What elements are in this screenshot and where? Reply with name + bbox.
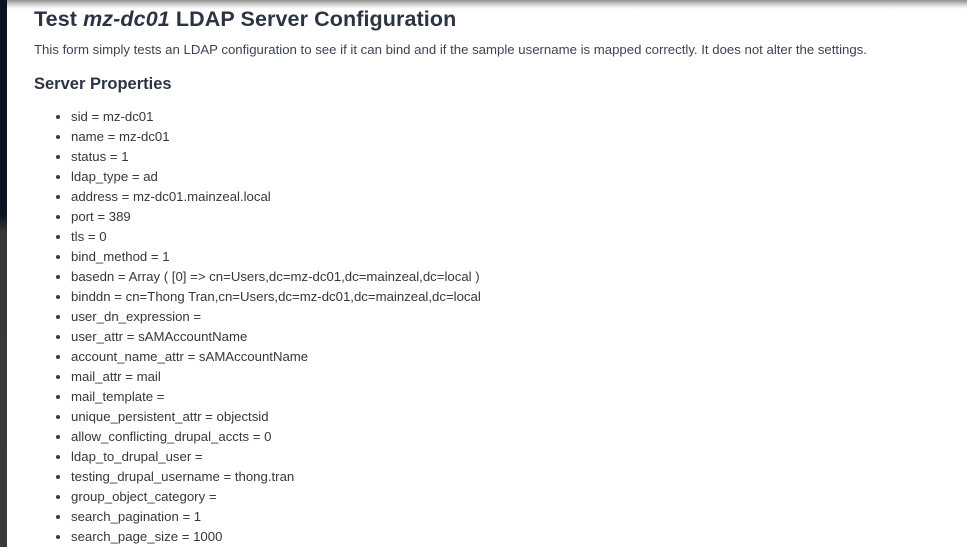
property-list-item: name = mz-dc01: [34, 127, 949, 147]
bullet-icon: [56, 255, 60, 259]
bullet-icon: [56, 115, 60, 119]
bullet-icon: [56, 475, 60, 479]
property-list-item: testing_drupal_username = thong.tran: [34, 467, 949, 487]
bullet-icon: [56, 275, 60, 279]
bullet-icon: [56, 415, 60, 419]
bullet-icon: [56, 535, 60, 539]
property-list-item: mail_attr = mail: [34, 367, 949, 387]
section-heading-server-properties: Server Properties: [34, 75, 172, 93]
property-text: tls = 0: [71, 229, 107, 244]
property-text: sid = mz-dc01: [71, 109, 154, 124]
bullet-icon: [56, 135, 60, 139]
intro-description: This form simply tests an LDAP configura…: [34, 42, 867, 57]
property-list-item: port = 389: [34, 207, 949, 227]
bullet-icon: [56, 395, 60, 399]
property-text: ldap_type = ad: [71, 169, 158, 184]
property-list-item: search_page_size = 1000: [34, 527, 949, 547]
property-list-item: group_object_category =: [34, 487, 949, 507]
property-list-item: unique_persistent_attr = objectsid: [34, 407, 949, 427]
bullet-icon: [56, 235, 60, 239]
bullet-icon: [56, 295, 60, 299]
property-list-item: account_name_attr = sAMAccountName: [34, 347, 949, 367]
property-text: account_name_attr = sAMAccountName: [71, 349, 309, 364]
property-text: allow_conflicting_drupal_accts = 0: [71, 429, 272, 444]
property-text: port = 389: [71, 209, 131, 224]
property-text: testing_drupal_username = thong.tran: [71, 469, 295, 484]
property-text: search_pagination = 1: [71, 509, 202, 524]
property-list-item: mail_template =: [34, 387, 949, 407]
bullet-icon: [56, 175, 60, 179]
server-properties-list: sid = mz-dc01 name = mz-dc01 status = 1 lda…: [34, 94, 949, 547]
page-title-prefix: Test: [34, 7, 84, 31]
property-list-item: bind_method = 1: [34, 247, 949, 267]
page-title-server-name: mz-dc01: [83, 7, 170, 31]
bullet-icon: [56, 435, 60, 439]
property-list-item: binddn = cn=Thong Tran,cn=Users,dc=mz-dc…: [34, 287, 949, 307]
property-list-item: tls = 0: [34, 227, 949, 247]
property-text: basedn = Array ( [0] => cn=Users,dc=mz-d…: [71, 269, 480, 284]
bullet-icon: [56, 375, 60, 379]
property-text: user_attr = sAMAccountName: [71, 329, 248, 344]
property-text: name = mz-dc01: [71, 129, 170, 144]
bullet-icon: [56, 455, 60, 459]
property-list-item: address = mz-dc01.mainzeal.local: [34, 187, 949, 207]
property-text: mail_template =: [71, 389, 165, 404]
property-list-item: sid = mz-dc01: [34, 107, 949, 127]
property-list-item: allow_conflicting_drupal_accts = 0: [34, 427, 949, 447]
property-text: group_object_category =: [71, 489, 217, 504]
property-list-item: basedn = Array ( [0] => cn=Users,dc=mz-d…: [34, 267, 949, 287]
page-title-suffix: LDAP Server Configuration: [169, 7, 457, 31]
bullet-icon: [56, 195, 60, 199]
property-text: ldap_to_drupal_user =: [71, 449, 203, 464]
left-edge-strip: [0, 0, 7, 547]
bullet-icon: [56, 215, 60, 219]
property-list-item: status = 1: [34, 147, 949, 167]
bullet-icon: [56, 155, 60, 159]
bullet-icon: [56, 355, 60, 359]
property-text: binddn = cn=Thong Tran,cn=Users,dc=mz-dc…: [71, 289, 481, 304]
top-gradient-bar: [7, 0, 967, 9]
property-text: search_page_size = 1000: [71, 529, 223, 544]
bullet-icon: [56, 315, 60, 319]
property-list-item: user_dn_expression =: [34, 307, 949, 327]
page-content: Test mz-dc01 LDAP Server Configuration T…: [7, 0, 967, 547]
property-list-item: user_attr = sAMAccountName: [34, 327, 949, 347]
property-list-item: search_pagination = 1: [34, 507, 949, 527]
bullet-icon: [56, 515, 60, 519]
bullet-icon: [56, 335, 60, 339]
property-text: user_dn_expression =: [71, 309, 202, 324]
property-list-item: ldap_to_drupal_user =: [34, 447, 949, 467]
property-text: unique_persistent_attr = objectsid: [71, 409, 269, 424]
property-text: status = 1: [71, 149, 129, 164]
property-list-item: ldap_type = ad: [34, 167, 949, 187]
bullet-icon: [56, 495, 60, 499]
property-text: mail_attr = mail: [71, 369, 161, 384]
property-text: bind_method = 1: [71, 249, 170, 264]
property-text: address = mz-dc01.mainzeal.local: [71, 189, 271, 204]
